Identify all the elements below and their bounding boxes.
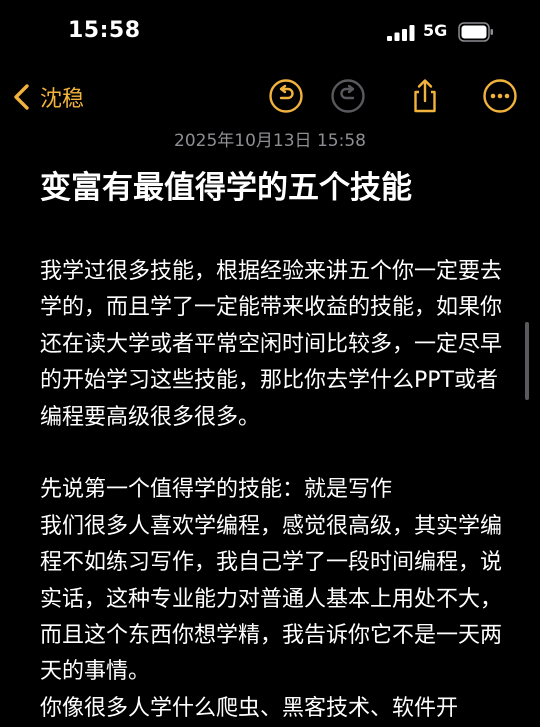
chevron-left-icon xyxy=(14,84,29,110)
status-time: 15:58 xyxy=(68,18,141,43)
back-button[interactable]: 沈稳 xyxy=(10,80,84,114)
more-button[interactable] xyxy=(482,78,518,114)
nav-bar: 沈稳 xyxy=(0,72,540,122)
more-icon xyxy=(483,79,517,113)
note-paragraph: 先说第一个值得学的技能：就是写作 xyxy=(40,477,393,503)
note-body[interactable]: 我学过很多技能，根据经验来讲五个你一定要去学的，而且学了一定能带来收益的技能，如… xyxy=(40,254,504,727)
note-paragraph: 你像很多人学什么爬虫、黑客技术、软件开 xyxy=(40,695,459,721)
note-paragraph: 我学过很多技能，根据经验来讲五个你一定要去学的，而且学了一定能带来收益的技能，如… xyxy=(40,259,503,430)
cellular-signal-icon xyxy=(387,25,415,41)
note-paragraph: 我们很多人喜欢学编程，感觉很高级，其实学编程不如练习写作，我自己学了一段时间编程… xyxy=(40,513,503,685)
note-title[interactable]: 变富有最值得学的五个技能 xyxy=(40,166,510,210)
share-button[interactable] xyxy=(407,78,443,114)
network-type: 5G xyxy=(423,21,448,40)
battery-icon xyxy=(458,22,493,42)
redo-button[interactable] xyxy=(330,78,366,114)
share-icon xyxy=(414,79,436,113)
undo-button[interactable] xyxy=(268,78,304,114)
redo-icon xyxy=(331,79,365,113)
note-date: 2025年10月13日 15:58 xyxy=(174,131,366,151)
scrollbar[interactable] xyxy=(525,322,529,400)
note-blank-line xyxy=(40,436,504,472)
status-bar: 15:58 5G xyxy=(0,0,540,64)
back-label: 沈稳 xyxy=(40,87,85,112)
undo-icon xyxy=(269,79,303,113)
